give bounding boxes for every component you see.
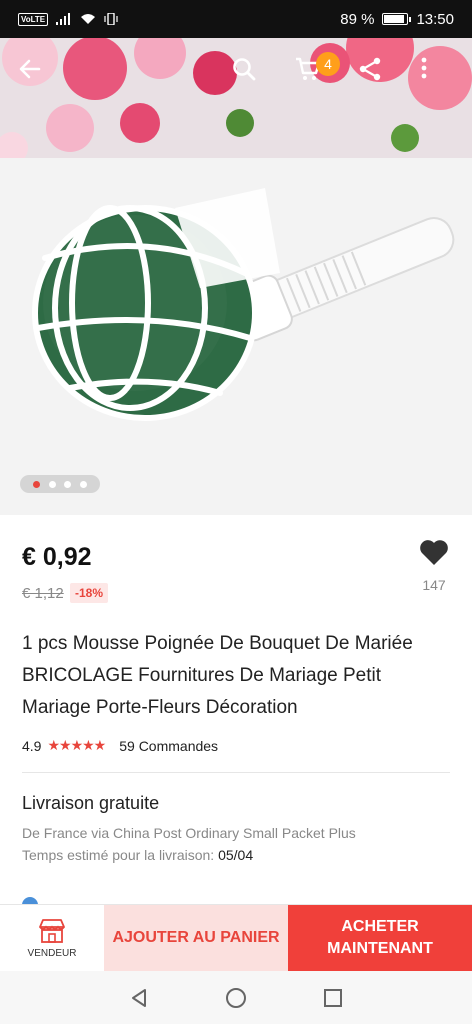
status-bar: VoLTE 89 % 13:50 <box>0 0 472 38</box>
wishlist-count: 147 <box>422 577 446 593</box>
more-options-button[interactable] <box>420 56 460 96</box>
action-bar: VENDEUR AJOUTER AU PANIER ACHETER MAINTE… <box>0 904 472 971</box>
vendor-button[interactable]: VENDEUR <box>0 905 104 971</box>
gallery-dot[interactable] <box>64 480 72 488</box>
gallery-dot[interactable] <box>48 480 56 488</box>
more-vert-icon <box>421 57 427 79</box>
search-button[interactable] <box>231 56 271 96</box>
product-photo <box>0 38 472 515</box>
volte-indicator: VoLTE <box>18 12 49 26</box>
vendor-label: VENDEUR <box>27 947 77 959</box>
rating-row[interactable]: 4.9 ★★★★★ 59 Commandes <box>22 737 218 754</box>
cart-button[interactable]: 4 <box>294 52 340 96</box>
buy-now-button[interactable]: ACHETER MAINTENANT <box>288 905 472 971</box>
cart-count-badge: 4 <box>316 52 340 76</box>
rating-value: 4.9 <box>22 737 42 754</box>
search-icon <box>233 58 256 81</box>
current-price: € 0,92 <box>22 543 92 571</box>
heart-icon <box>420 540 448 565</box>
shipping-title[interactable]: Livraison gratuite <box>22 793 159 814</box>
share-button[interactable] <box>357 56 397 96</box>
gallery-dot[interactable] <box>80 480 88 488</box>
orders-count: 59 Commandes <box>119 737 219 754</box>
original-price: € 1,12 <box>22 585 64 602</box>
add-to-cart-button[interactable]: AJOUTER AU PANIER <box>104 905 288 971</box>
delivery-date: 05/04 <box>218 847 254 863</box>
battery-percent: 89 % <box>340 10 375 28</box>
back-arrow-icon <box>19 59 41 79</box>
battery-icon <box>382 13 412 25</box>
buy-now-label-line2: MAINTENANT <box>327 940 433 957</box>
star-rating-icon: ★★★★★ <box>47 737 106 753</box>
delivery-label: Temps estimé pour la livraison: <box>22 847 215 863</box>
nav-home-icon[interactable] <box>225 987 247 1009</box>
back-button[interactable] <box>17 56 57 96</box>
wifi-icon <box>81 14 96 24</box>
divider <box>22 772 450 773</box>
delivery-estimate: Temps estimé pour la livraison: 05/04 <box>22 847 253 863</box>
nav-back-icon[interactable] <box>128 987 150 1009</box>
shipping-method: De France via China Post Ordinary Small … <box>22 825 356 841</box>
system-nav-bar <box>0 971 472 1024</box>
clock: 13:50 <box>416 10 454 28</box>
signal-icon <box>56 13 71 25</box>
nav-recents-icon[interactable] <box>322 987 344 1009</box>
discount-badge: -18% <box>70 583 109 603</box>
share-icon <box>359 57 381 81</box>
gallery-dot[interactable] <box>32 480 40 488</box>
buy-now-label-line1: ACHETER <box>341 918 419 935</box>
store-icon <box>39 918 65 943</box>
product-image[interactable]: 4 <box>0 38 472 515</box>
product-title: 1 pcs Mousse Poignée De Bouquet De Marié… <box>22 633 413 718</box>
gallery-pagination[interactable] <box>20 475 100 493</box>
wishlist-button[interactable]: 147 <box>414 538 454 593</box>
vibrate-icon <box>104 13 118 25</box>
